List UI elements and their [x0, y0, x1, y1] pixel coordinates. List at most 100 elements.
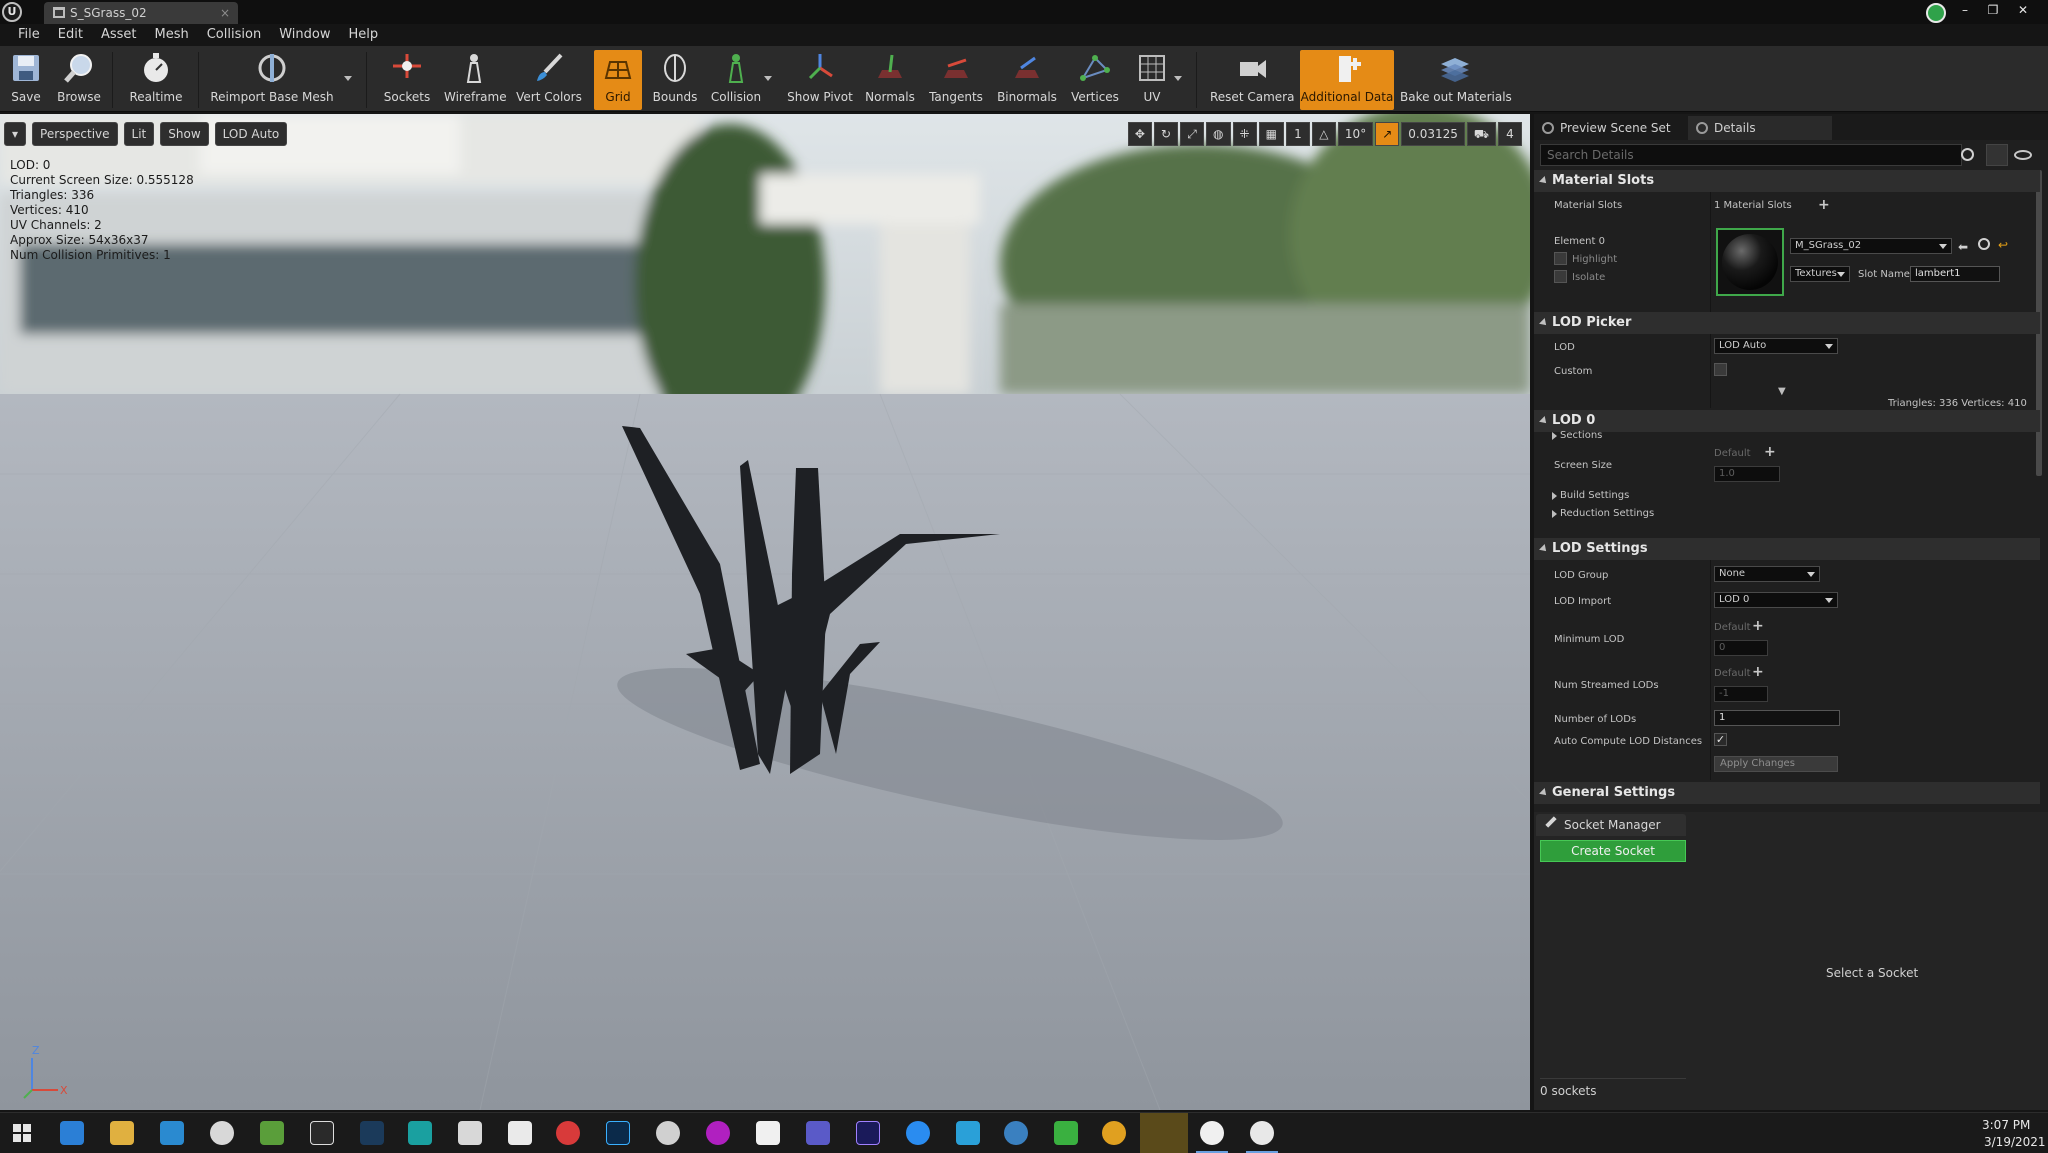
sections-group[interactable]: Sections — [1552, 430, 1602, 441]
minimum-lod-input[interactable]: 0 — [1714, 640, 1768, 656]
num-streamed-lods-input[interactable]: -1 — [1714, 686, 1768, 702]
camera-speed-value[interactable]: 4 — [1498, 122, 1522, 146]
auto-compute-lod-checkbox[interactable]: ✓ — [1714, 733, 1727, 746]
add-minimum-lod-icon[interactable]: + — [1752, 619, 1764, 633]
minecraft-icon[interactable] — [260, 1121, 284, 1145]
clock-time[interactable]: 3:07 PM — [1982, 1118, 2030, 1132]
unity-icon[interactable] — [508, 1121, 532, 1145]
vert-colors-button[interactable]: Vert Colors — [514, 50, 584, 110]
substance-icon[interactable] — [556, 1121, 580, 1145]
eye-icon[interactable] — [2014, 150, 2032, 160]
menu-asset[interactable]: Asset — [92, 24, 146, 46]
lod-picker-header[interactable]: LOD Picker — [1534, 312, 2040, 334]
epic-games-icon[interactable] — [310, 1121, 334, 1145]
material-select[interactable]: M_SGrass_02 — [1790, 238, 1952, 254]
restore-button[interactable]: ❐ — [1982, 1, 2004, 19]
word-app-icon[interactable] — [1200, 1121, 1224, 1145]
teams-icon[interactable] — [806, 1121, 830, 1145]
collision-button[interactable]: Collision — [708, 50, 764, 110]
scale-icon[interactable]: ⤢ — [1180, 122, 1205, 146]
reimport-dropdown-icon[interactable] — [344, 76, 352, 81]
screen-size-input[interactable]: 1.0 — [1714, 466, 1780, 482]
menu-mesh[interactable]: Mesh — [146, 24, 198, 46]
grid-button[interactable]: Grid — [594, 50, 642, 110]
custom-checkbox[interactable] — [1714, 363, 1727, 376]
number-of-lods-input[interactable]: 1 — [1714, 710, 1840, 726]
lit-button[interactable]: Lit — [123, 122, 155, 146]
viewport-menu-button[interactable]: ▾ — [4, 122, 27, 146]
camtasia-icon[interactable] — [1054, 1121, 1078, 1145]
reset-camera-button[interactable]: Reset Camera — [1210, 50, 1294, 110]
highlight-checkbox[interactable] — [1554, 252, 1567, 265]
menu-collision[interactable]: Collision — [198, 24, 270, 46]
use-selected-asset-icon[interactable]: ⬅ — [1958, 240, 1968, 254]
save-button[interactable]: Save — [6, 50, 46, 110]
search-details-input[interactable]: Search Details — [1540, 144, 1962, 166]
property-matrix-icon[interactable] — [1986, 144, 2008, 166]
lod-settings-header[interactable]: LOD Settings — [1534, 538, 2040, 560]
slot-name-input[interactable]: lambert1 — [1910, 266, 2000, 282]
bounds-button[interactable]: Bounds — [650, 50, 700, 110]
unreal-logo-icon[interactable]: U — [2, 2, 22, 22]
reduction-settings-group[interactable]: Reduction Settings — [1552, 508, 1654, 519]
minimize-button[interactable]: – — [1954, 1, 1976, 19]
world-local-icon[interactable]: ◍ — [1206, 122, 1231, 146]
tab-socket-manager[interactable]: Socket Manager — [1536, 814, 1686, 836]
add-material-slot-icon[interactable]: + — [1818, 198, 1830, 212]
textures-dropdown[interactable]: Textures — [1790, 266, 1850, 282]
chrome-icon[interactable] — [1102, 1121, 1126, 1145]
menu-edit[interactable]: Edit — [49, 24, 92, 46]
show-pivot-button[interactable]: Show Pivot — [784, 50, 856, 110]
media-app-icon[interactable] — [706, 1121, 730, 1145]
premiere-icon[interactable] — [856, 1121, 880, 1145]
zoom-icon[interactable] — [906, 1121, 930, 1145]
uv-dropdown-icon[interactable] — [1174, 76, 1182, 81]
windows-start-icon[interactable] — [10, 1121, 34, 1145]
material-thumbnail[interactable] — [1716, 228, 1784, 296]
perspective-button[interactable]: Perspective — [32, 122, 118, 146]
uv-button[interactable]: UV — [1132, 50, 1172, 110]
browser-app-icon[interactable] — [1004, 1121, 1028, 1145]
create-socket-button[interactable]: Create Socket — [1540, 840, 1686, 862]
surface-snap-icon[interactable]: ⁜ — [1232, 122, 1257, 146]
clock-date[interactable]: 3/19/2021 — [1984, 1135, 2046, 1149]
additional-data-button[interactable]: Additional Data — [1300, 50, 1394, 110]
tab-preview-scene-set[interactable]: Preview Scene Set — [1534, 116, 1684, 140]
apply-changes-button[interactable]: Apply Changes — [1714, 756, 1838, 772]
mail-icon[interactable] — [60, 1121, 84, 1145]
bake-out-materials-button[interactable]: Bake out Materials — [1400, 50, 1512, 110]
browse-button[interactable]: Browse — [56, 50, 102, 110]
binormals-button[interactable]: Binormals — [996, 50, 1058, 110]
browse-asset-icon[interactable] — [1978, 238, 1990, 250]
scale-snap-value[interactable]: 0.03125 — [1401, 122, 1465, 146]
security-app-icon[interactable] — [956, 1121, 980, 1145]
photoshop-icon[interactable] — [606, 1121, 630, 1145]
translate-icon[interactable]: ✥ — [1127, 122, 1152, 146]
scale-snap-icon[interactable]: ↗ — [1375, 122, 1400, 146]
grid-snap-icon[interactable]: ▦ — [1258, 122, 1284, 146]
isolate-checkbox[interactable] — [1554, 270, 1567, 283]
show-button[interactable]: Show — [160, 122, 209, 146]
rotation-snap-value[interactable]: 10° — [1337, 122, 1374, 146]
lod-0-header[interactable]: LOD 0 — [1534, 410, 2040, 432]
mesh-viewport[interactable]: ▾ Perspective Lit Show LOD Auto LOD: 0 C… — [0, 114, 1530, 1110]
lod-select[interactable]: LOD Auto — [1714, 338, 1838, 354]
obs-icon[interactable] — [656, 1121, 680, 1145]
asset-tab[interactable]: S_SGrass_02 × — [44, 2, 238, 24]
add-num-streamed-icon[interactable]: + — [1752, 665, 1764, 679]
rotate-icon[interactable]: ↻ — [1153, 122, 1179, 146]
camera-speed-icon[interactable]: ⛟ — [1466, 122, 1496, 146]
normals-button[interactable]: Normals — [864, 50, 916, 110]
unreal-engine-icon[interactable] — [1250, 1121, 1274, 1145]
menu-window[interactable]: Window — [270, 24, 339, 46]
sockets-button[interactable]: Sockets — [382, 50, 432, 110]
vertices-button[interactable]: Vertices — [1066, 50, 1124, 110]
tangents-button[interactable]: Tangents — [924, 50, 988, 110]
rotation-snap-icon[interactable]: △ — [1311, 122, 1336, 146]
reset-to-default-icon[interactable]: ↩ — [1998, 238, 2008, 252]
file-explorer-icon[interactable] — [110, 1121, 134, 1145]
maya-icon[interactable] — [408, 1121, 432, 1145]
lod-auto-button[interactable]: LOD Auto — [214, 122, 288, 146]
sketch-app-icon[interactable] — [160, 1121, 184, 1145]
expand-advanced-icon[interactable]: ▼ — [1778, 386, 1786, 397]
